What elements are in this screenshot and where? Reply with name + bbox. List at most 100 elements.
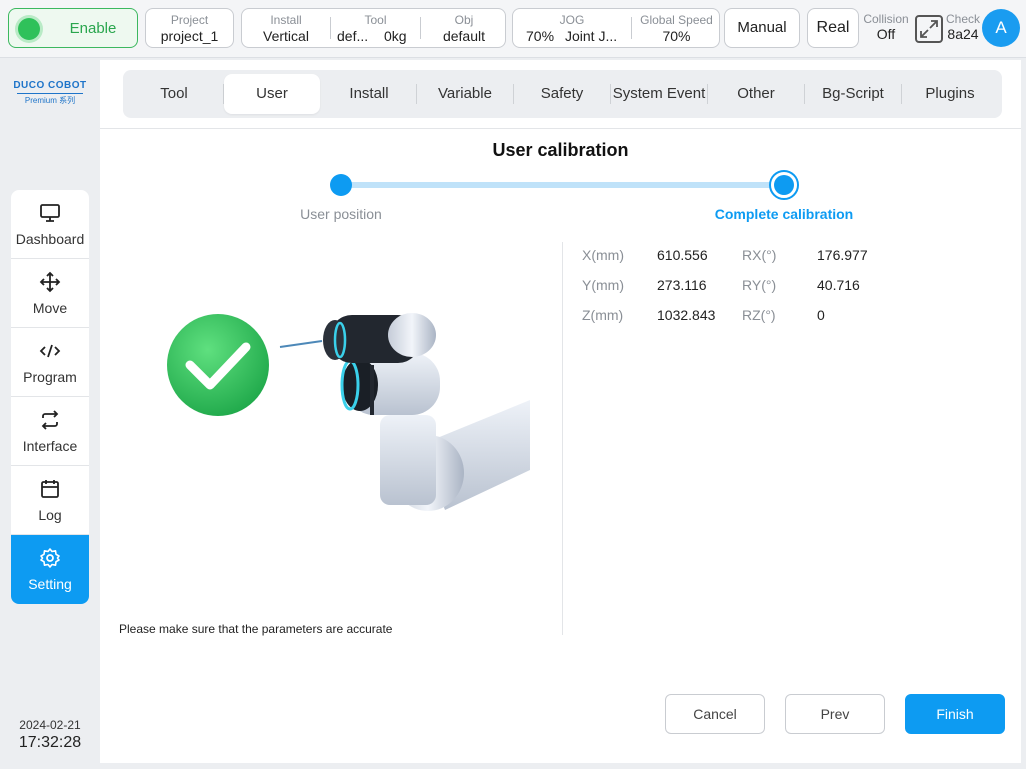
tab-safety[interactable]: Safety <box>514 74 610 114</box>
param-label: RX(°) <box>742 247 777 263</box>
tab-user[interactable]: User <box>224 74 320 114</box>
jog-caption: JOG <box>559 13 585 27</box>
real-mode-button[interactable]: Real <box>807 8 859 48</box>
avatar[interactable]: A <box>982 9 1020 47</box>
sidebar-item-log[interactable]: Log <box>11 466 89 535</box>
divider <box>100 128 1021 129</box>
param-label: Z(mm) <box>582 307 624 323</box>
sidebar-item-interface[interactable]: Interface <box>11 397 89 466</box>
sidebar-item-label: Program <box>23 369 77 385</box>
tool-value: def... 0kg <box>331 28 420 45</box>
global-speed-selector[interactable]: Global Speed 70% <box>632 9 721 47</box>
current-date: 2024-02-21 <box>19 718 81 732</box>
jog-speed: 70% <box>526 28 555 44</box>
sidebar-item-dashboard[interactable]: Dashboard <box>11 190 89 259</box>
enable-label: Enable <box>69 20 117 37</box>
jog-mode: Joint J... <box>565 28 618 44</box>
install-caption: Install <box>270 13 302 27</box>
notice-text: Please make sure that the parameters are… <box>119 622 393 636</box>
jog-selector[interactable]: JOG 70% Joint J... <box>513 9 631 47</box>
param-label: RZ(°) <box>742 307 776 323</box>
sidebar-item-label: Dashboard <box>15 231 85 247</box>
param-value: 0 <box>817 307 825 323</box>
main-panel: Tool User Install Variable Safety System… <box>100 60 1021 763</box>
tab-other[interactable]: Other <box>708 74 804 114</box>
calibration-results: X(mm) 610.556 RX(°) 176.977 Y(mm) 273.11… <box>582 244 902 334</box>
tab-tool[interactable]: Tool <box>126 74 222 114</box>
collision-caption: Collision <box>863 12 909 26</box>
sidebar-nav: Dashboard Move Program Interface Log Set… <box>11 190 89 604</box>
install-value: Vertical <box>263 28 309 44</box>
sidebar-item-move[interactable]: Move <box>11 259 89 328</box>
logo-line2: Premium 系列 <box>17 93 83 106</box>
install-selector[interactable]: Install Vertical <box>242 9 330 47</box>
param-value: 40.716 <box>817 277 860 293</box>
enable-status-icon <box>18 18 40 40</box>
tool-load: 0kg <box>384 28 407 44</box>
obj-caption: Obj <box>454 13 474 27</box>
prev-button[interactable]: Prev <box>785 694 885 734</box>
project-selector[interactable]: Project project_1 <box>145 8 234 48</box>
tab-plugins[interactable]: Plugins <box>902 74 998 114</box>
param-value: 610.556 <box>657 247 708 263</box>
step-2-indicator <box>769 170 799 200</box>
global-speed-caption: Global Speed <box>640 13 713 27</box>
sidebar-item-program[interactable]: Program <box>11 328 89 397</box>
step-1-indicator <box>330 174 352 196</box>
param-value: 1032.843 <box>657 307 716 323</box>
param-label: X(mm) <box>582 247 624 263</box>
install-tool-obj-group[interactable]: Install Vertical Tool def... 0kg Obj defa… <box>241 8 506 48</box>
param-label: Y(mm) <box>582 277 624 293</box>
sidebar-item-label: Setting <box>28 576 72 592</box>
tool-caption: Tool <box>364 13 387 27</box>
jog-value: 70% Joint J... <box>513 28 631 45</box>
global-speed-value: 70% <box>662 28 691 44</box>
sidebar-item-setting[interactable]: Setting <box>11 535 89 604</box>
check-circle-icon <box>167 314 269 416</box>
sidebar-item-label: Move <box>32 300 68 316</box>
tool-name: def... <box>337 28 369 44</box>
jog-speed-group[interactable]: JOG 70% Joint J... Global Speed 70% <box>512 8 720 48</box>
param-value: 176.977 <box>817 247 868 263</box>
cancel-button[interactable]: Cancel <box>665 694 765 734</box>
datetime: 2024-02-21 17:32:28 <box>10 718 90 752</box>
tool-selector[interactable]: Tool def... 0kg <box>331 9 420 47</box>
calendar-icon <box>41 480 59 498</box>
tab-system-event[interactable]: System Event <box>611 74 707 114</box>
top-bar: Enable Project project_1 Install Vertica… <box>0 0 1026 58</box>
settings-tabs: Tool User Install Variable Safety System… <box>123 70 1002 118</box>
sidebar-item-label: Interface <box>22 438 78 454</box>
logo: DUCO COBOT Premium 系列 <box>10 80 90 106</box>
collision-value: Off <box>876 26 896 42</box>
expand-icon[interactable] <box>915 15 943 43</box>
param-value: 273.116 <box>657 277 707 293</box>
manual-mode-button[interactable]: Manual <box>724 8 800 48</box>
code-icon <box>39 344 61 358</box>
param-row-x: X(mm) 610.556 RX(°) 176.977 <box>582 244 902 274</box>
tab-variable[interactable]: Variable <box>417 74 513 114</box>
move-arrows-icon <box>39 271 61 293</box>
gear-icon <box>40 548 60 568</box>
collision-status[interactable]: Collision Off <box>862 12 910 43</box>
calibration-complete-illustration <box>167 313 530 511</box>
check-caption: Check <box>945 12 980 26</box>
check-value: 8a24 <box>947 26 979 42</box>
tab-bg-script[interactable]: Bg-Script <box>805 74 901 114</box>
tab-install[interactable]: Install <box>321 74 417 114</box>
current-time: 17:32:28 <box>18 734 82 751</box>
project-caption: Project <box>170 13 209 27</box>
param-row-y: Y(mm) 273.116 RY(°) 40.716 <box>582 274 902 304</box>
logo-line1: DUCO COBOT <box>13 80 87 91</box>
monitor-icon <box>40 204 60 222</box>
param-label: RY(°) <box>742 277 777 293</box>
divider <box>562 242 563 635</box>
enable-button[interactable]: Enable <box>8 8 138 48</box>
check-status[interactable]: Check 8a24 <box>944 12 982 43</box>
finish-button[interactable]: Finish <box>905 694 1005 734</box>
obj-value: default <box>442 28 486 44</box>
step-progress-track <box>341 182 784 188</box>
obj-selector[interactable]: Obj default <box>421 9 507 47</box>
step-2-label: Complete calibration <box>714 206 854 222</box>
swap-icon <box>41 410 59 430</box>
step-1-label: User position <box>300 206 382 222</box>
